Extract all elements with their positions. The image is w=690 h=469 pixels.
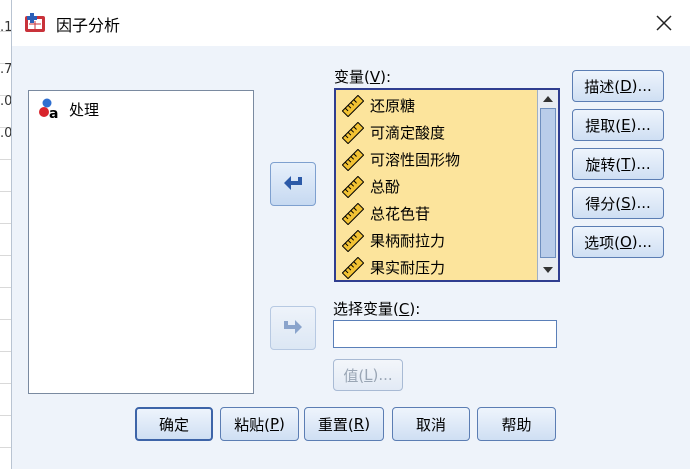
move-to-variables-button[interactable] — [270, 162, 316, 206]
scale-ruler-icon — [342, 229, 364, 252]
list-item-label: 果实耐压力 — [370, 259, 446, 277]
value-button[interactable]: 值(L)... — [333, 359, 403, 391]
button-key: S — [621, 194, 631, 212]
title-bar: 因子分析 — [12, 0, 690, 46]
button-text: 选项( — [584, 233, 620, 252]
move-to-selection-button[interactable] — [270, 306, 316, 350]
button-text: )... — [631, 77, 652, 95]
list-item-label: 总花色苷 — [370, 205, 431, 223]
list-item-label: 可溶性固形物 — [370, 151, 461, 169]
button-text: 旋转( — [585, 155, 622, 174]
button-text: )... — [372, 366, 393, 384]
button-key: T — [621, 155, 631, 173]
list-item[interactable]: a 处理 — [37, 97, 99, 121]
scroll-thumb[interactable] — [540, 108, 556, 258]
list-item-label: 可滴定酸度 — [370, 124, 446, 142]
selection-variable-field[interactable] — [333, 320, 557, 348]
factor-analysis-dialog: 因子分析 a 处理 变量(V): 还原糖 可滴定酸度 可溶性固形物 总酚 总花色… — [11, 0, 690, 469]
scale-ruler-icon — [342, 256, 364, 279]
button-text: 粘贴( — [234, 415, 270, 434]
button-key: O — [619, 233, 632, 251]
scroll-down-icon[interactable] — [540, 262, 556, 278]
scores-button[interactable]: 得分(S)... — [572, 187, 664, 219]
reset-button[interactable]: 重置(R) — [304, 407, 384, 441]
button-text: 重置( — [317, 415, 354, 434]
list-item[interactable]: 可溶性固形物 — [342, 146, 460, 173]
button-key: L — [364, 366, 373, 384]
button-text: 得分( — [585, 194, 622, 213]
label-text: 选择变量( — [333, 300, 399, 318]
list-item[interactable]: 还原糖 — [342, 92, 415, 119]
list-item[interactable]: 果柄耐拉力 — [342, 227, 445, 254]
button-text: 提取( — [585, 116, 622, 135]
scale-ruler-icon — [342, 202, 364, 225]
list-item-label: 处理 — [69, 100, 100, 119]
extraction-button[interactable]: 提取(E)... — [572, 109, 664, 141]
button-text: ) — [364, 415, 371, 433]
list-item[interactable]: 总酚 — [342, 173, 400, 200]
label-key: V — [369, 68, 381, 86]
button-text: 描述( — [584, 77, 621, 96]
descriptives-button[interactable]: 描述(D)... — [572, 70, 664, 102]
close-icon[interactable] — [651, 10, 677, 36]
button-key: E — [621, 116, 631, 134]
label-text: ): — [409, 300, 421, 318]
options-button[interactable]: 选项(O)... — [572, 226, 664, 258]
cancel-button[interactable]: 取消 — [392, 407, 470, 441]
variables-scrollbar[interactable] — [537, 90, 558, 280]
button-text: )... — [631, 233, 652, 251]
scale-ruler-icon — [342, 121, 364, 144]
button-text: )... — [630, 116, 651, 134]
button-key: R — [353, 415, 365, 433]
list-item-label: 还原糖 — [370, 97, 416, 115]
button-key: D — [620, 77, 632, 95]
rotation-button[interactable]: 旋转(T)... — [572, 148, 664, 180]
label-text: 变量( — [334, 68, 370, 86]
scroll-up-icon[interactable] — [540, 91, 556, 107]
arrow-right-icon — [284, 320, 302, 334]
label-text: ): — [380, 68, 392, 86]
variables-list[interactable]: 还原糖 可滴定酸度 可溶性固形物 总酚 总花色苷 果柄耐拉力 果实耐压力 — [334, 88, 560, 282]
ok-button[interactable]: 确定 — [135, 407, 213, 441]
scale-ruler-icon — [342, 175, 364, 198]
list-item[interactable]: 总花色苷 — [342, 200, 430, 227]
scale-ruler-icon — [342, 148, 364, 171]
list-item-label: 总酚 — [370, 178, 401, 196]
svg-text:a: a — [49, 106, 58, 121]
button-text: )... — [630, 155, 651, 173]
button-text: ) — [279, 415, 285, 433]
source-variable-list[interactable]: a 处理 — [28, 90, 254, 394]
selection-variable-label: 选择变量(C): — [333, 298, 420, 319]
help-button[interactable]: 帮助 — [477, 407, 556, 441]
button-text: 值( — [343, 366, 365, 385]
button-key: P — [269, 415, 280, 433]
scale-ruler-icon — [342, 94, 364, 117]
app-icon — [25, 13, 45, 32]
variables-label: 变量(V): — [334, 66, 391, 87]
button-text: )... — [630, 194, 651, 212]
window-title: 因子分析 — [56, 16, 121, 35]
nominal-variable-icon: a — [39, 98, 58, 121]
list-item[interactable]: 可滴定酸度 — [342, 119, 445, 146]
paste-button[interactable]: 粘贴(P) — [220, 407, 299, 441]
arrow-left-icon — [284, 176, 302, 190]
list-item-label: 果柄耐拉力 — [370, 232, 446, 250]
label-key: C — [398, 300, 410, 318]
list-item[interactable]: 果实耐压力 — [342, 254, 445, 281]
